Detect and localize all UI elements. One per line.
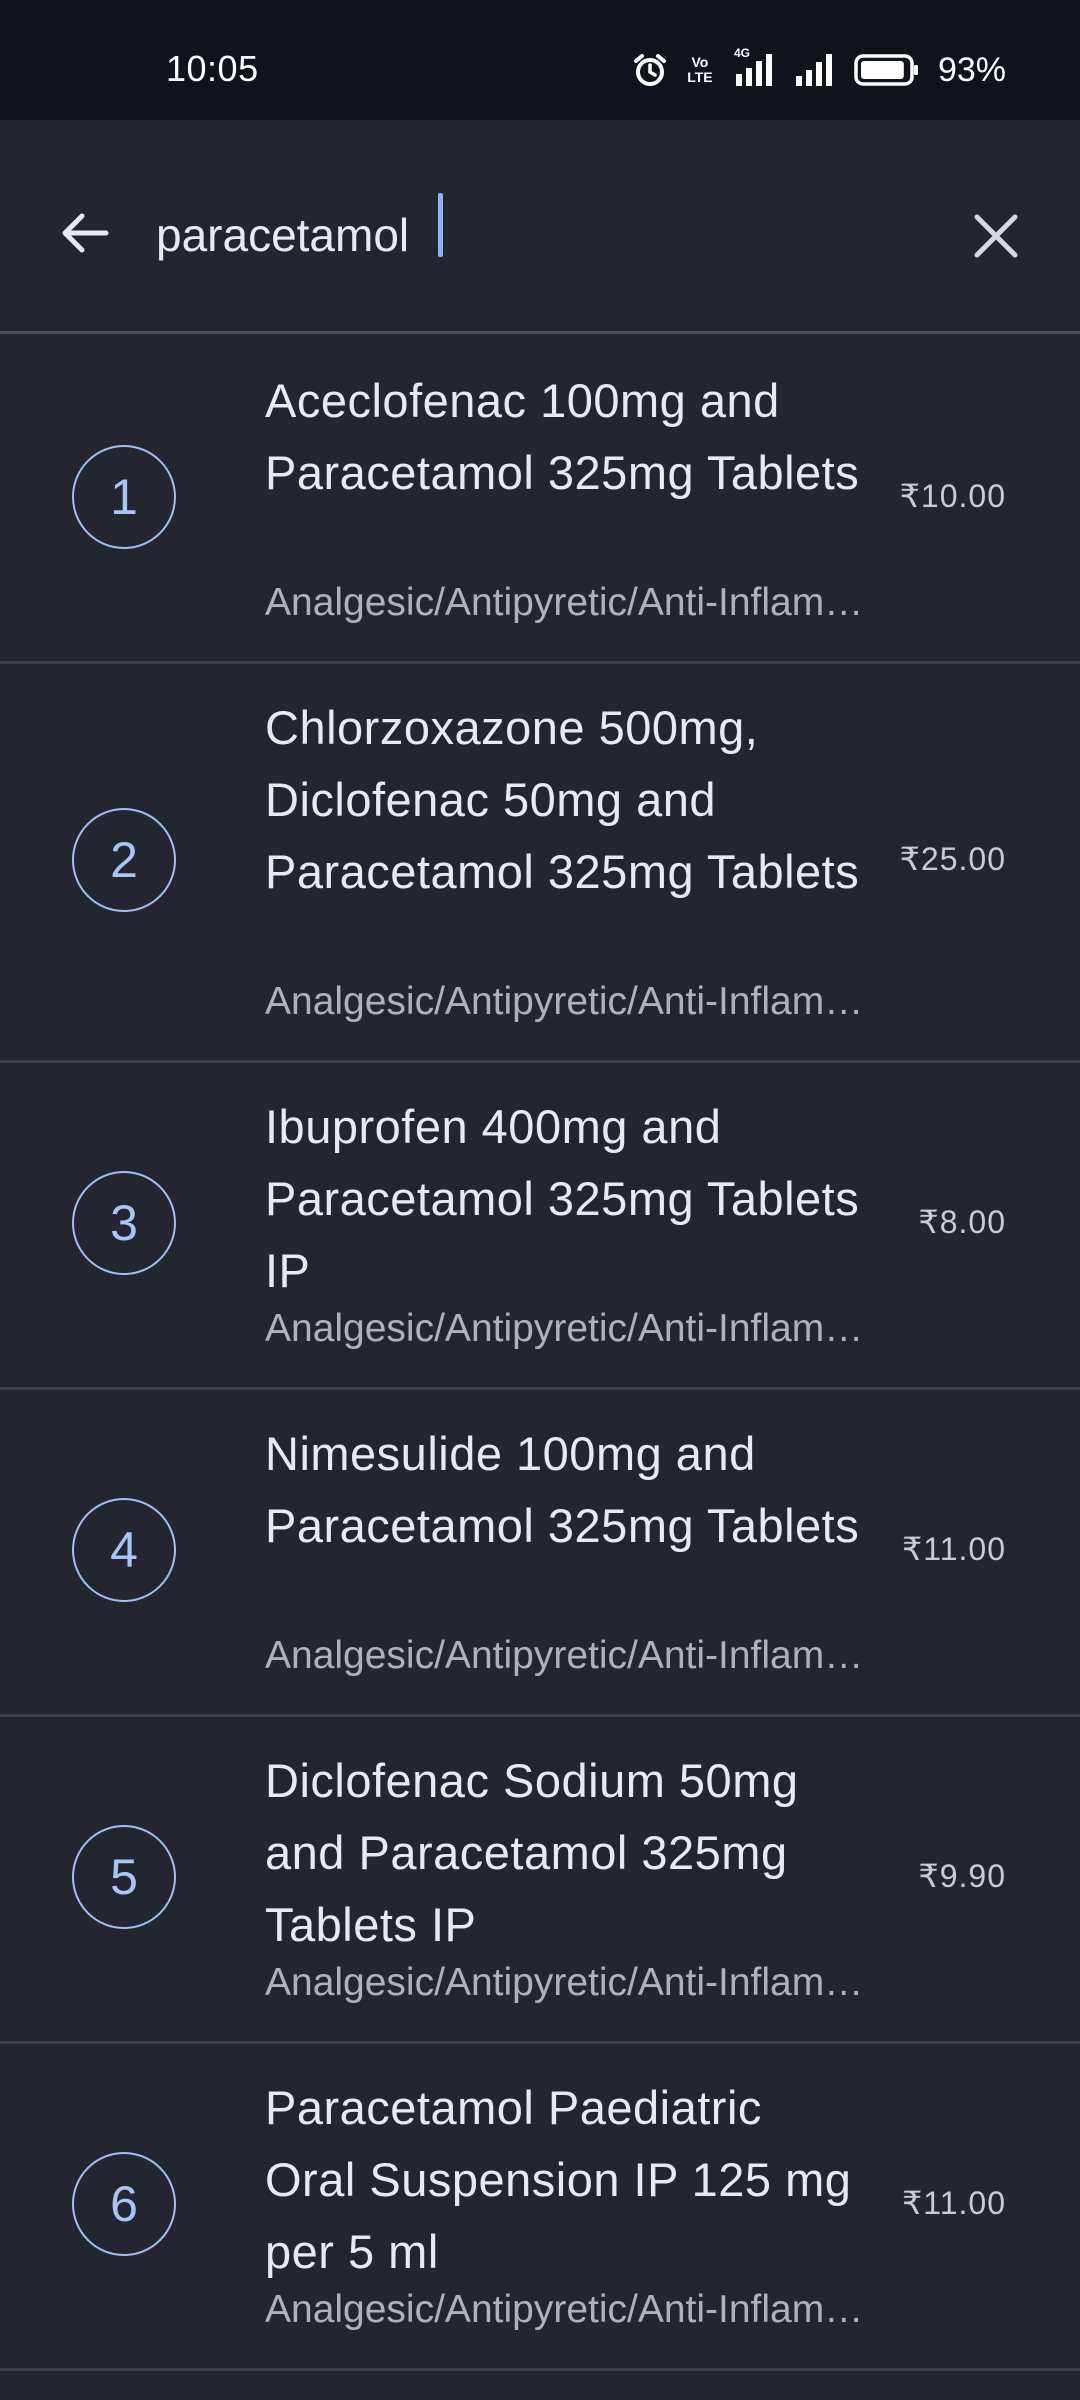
medicine-category: Analgesic/Antipyretic/Anti-Inflammatory bbox=[265, 1961, 865, 2004]
result-index-badge: 5 bbox=[72, 1825, 176, 1929]
close-icon bbox=[974, 214, 1018, 258]
medicine-category: Analgesic/Antipyretic/Anti-Inflammatory bbox=[265, 581, 865, 624]
text-cursor bbox=[438, 193, 443, 257]
medicine-name: Ibuprofen 400mg and Paracetamol 325mg Ta… bbox=[265, 1100, 860, 1297]
medicine-category: Analgesic/Antipyretic/Anti-Inflammatory bbox=[265, 1307, 865, 1350]
result-row[interactable]: 6 Paracetamol Paediatric Oral Suspension … bbox=[0, 2044, 1080, 2371]
medicine-name: Aceclofenac 100mg and Paracetamol 325mg … bbox=[265, 374, 860, 499]
volte-icon: Vo LTE bbox=[682, 55, 718, 85]
back-button[interactable] bbox=[50, 198, 120, 268]
result-row[interactable]: 5 Diclofenac Sodium 50mg and Paracetamol … bbox=[0, 1717, 1080, 2044]
result-row[interactable]: 4 Nimesulide 100mg and Paracetamol 325mg … bbox=[0, 1390, 1080, 1717]
alarm-icon bbox=[632, 52, 668, 88]
battery-percent: 93% bbox=[937, 50, 1006, 89]
medicine-price: ₹10.00 bbox=[899, 478, 1006, 514]
medicine-category: Analgesic/Antipyretic/Anti-Inflammatory bbox=[265, 980, 865, 1023]
medicine-category: Analgesic/Antipyretic/Anti-Inflammatory bbox=[265, 2288, 865, 2331]
result-index-badge: 2 bbox=[72, 808, 176, 912]
medicine-price: ₹8.00 bbox=[918, 1204, 1006, 1240]
status-bar: 10:05 Vo LTE 4G 93% bbox=[0, 0, 1080, 120]
search-bar bbox=[0, 120, 1080, 334]
arrow-left-icon bbox=[62, 213, 109, 253]
signal-4g-icon: 4G bbox=[732, 46, 780, 88]
result-index-badge: 4 bbox=[72, 1498, 176, 1602]
result-index-badge: 3 bbox=[72, 1171, 176, 1275]
medicine-name: Paracetamol Paediatric Oral Suspension I… bbox=[265, 2081, 852, 2278]
result-row[interactable]: 3 Ibuprofen 400mg and Paracetamol 325mg T… bbox=[0, 1063, 1080, 1390]
results-list: 1 Aceclofenac 100mg and Paracetamol 325mg… bbox=[0, 337, 1080, 2371]
clear-search-button[interactable] bbox=[958, 198, 1034, 274]
medicine-name: Chlorzoxazone 500mg, Diclofenac 50mg and… bbox=[265, 701, 860, 898]
medicine-category: Analgesic/Antipyretic/Anti-Inflammatory bbox=[265, 1634, 865, 1677]
medicine-price: ₹11.00 bbox=[901, 2185, 1006, 2221]
medicine-name: Diclofenac Sodium 50mg and Paracetamol 3… bbox=[265, 1754, 799, 1951]
medicine-price: ₹11.00 bbox=[901, 1531, 1006, 1567]
battery-icon bbox=[854, 53, 920, 87]
result-index-badge: 6 bbox=[72, 2152, 176, 2256]
signal-icon bbox=[794, 52, 840, 88]
status-time: 10:05 bbox=[166, 48, 259, 89]
network-label: 4G bbox=[733, 46, 750, 60]
medicine-price: ₹25.00 bbox=[899, 841, 1006, 877]
result-row[interactable]: 2 Chlorzoxazone 500mg, Diclofenac 50mg an… bbox=[0, 664, 1080, 1063]
result-row[interactable]: 1 Aceclofenac 100mg and Paracetamol 325mg… bbox=[0, 337, 1080, 664]
medicine-price: ₹9.90 bbox=[918, 1858, 1006, 1894]
medicine-name: Nimesulide 100mg and Paracetamol 325mg T… bbox=[265, 1427, 860, 1552]
volte-label: Vo LTE bbox=[687, 54, 713, 85]
search-input[interactable] bbox=[156, 190, 916, 280]
status-icons: Vo LTE 4G 93% bbox=[632, 46, 1006, 92]
result-index-badge: 1 bbox=[72, 445, 176, 549]
